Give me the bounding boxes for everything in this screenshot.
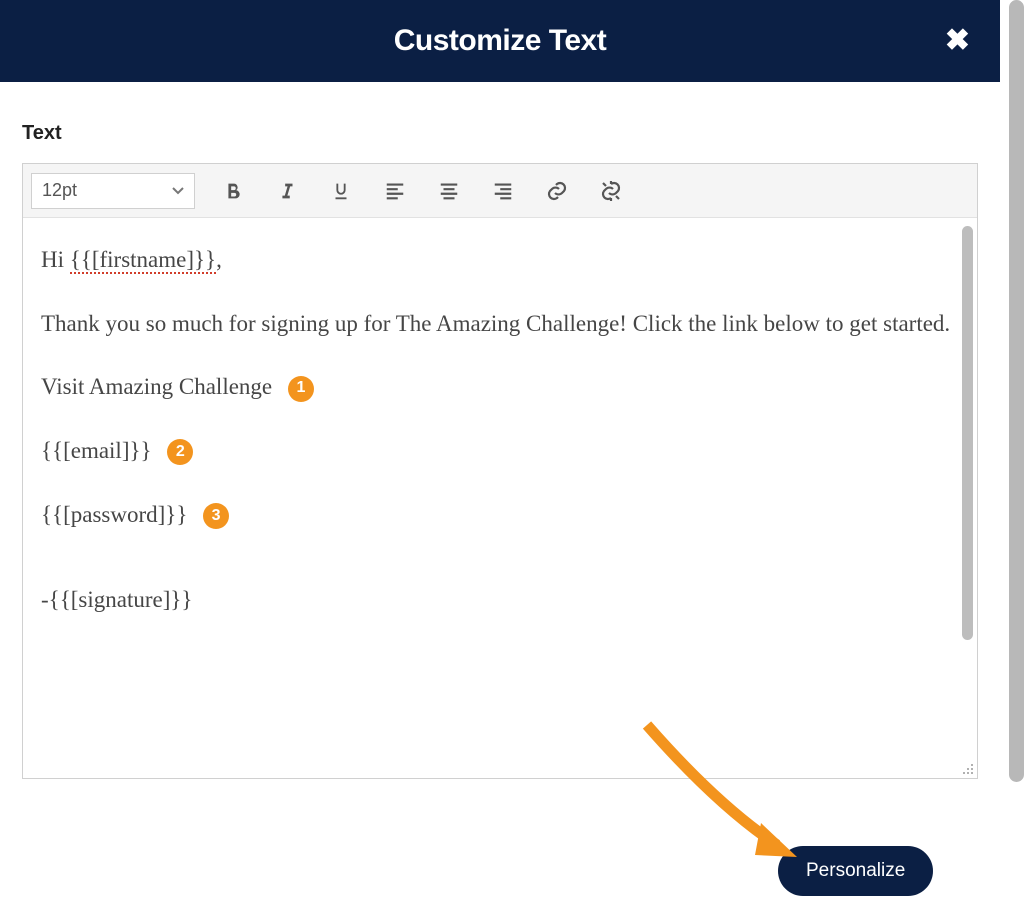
personalize-button[interactable]: Personalize [778, 846, 933, 896]
font-size-dropdown[interactable]: 12pt [31, 173, 195, 209]
signature-line: -{{[signature]}} [41, 582, 959, 618]
visit-link-text: Visit Amazing Challenge [41, 374, 272, 399]
annotation-marker-1: 1 [288, 376, 314, 402]
modal-header: Customize Text ✖ [0, 0, 1000, 82]
email-token: {{[email]}} [41, 438, 152, 463]
bold-button[interactable] [217, 173, 249, 209]
link-button[interactable] [541, 173, 573, 209]
editor-scrollbar[interactable] [962, 226, 973, 640]
firstname-token: {{[firstname]}} [70, 247, 216, 274]
unlink-button[interactable] [595, 173, 627, 209]
annotation-marker-2: 2 [167, 439, 193, 465]
editor-toolbar: 12pt [23, 164, 977, 218]
close-icon[interactable]: ✖ [945, 26, 970, 56]
align-center-button[interactable] [433, 173, 465, 209]
body-paragraph: Thank you so much for signing up for The… [41, 306, 959, 342]
align-right-button[interactable] [487, 173, 519, 209]
resize-grip-icon[interactable] [961, 762, 975, 776]
font-size-value: 12pt [42, 180, 77, 201]
modal-title: Customize Text [394, 24, 606, 58]
annotation-marker-3: 3 [203, 503, 229, 529]
page-scrollbar[interactable] [1009, 0, 1024, 782]
chevron-down-icon [172, 187, 184, 195]
underline-button[interactable] [325, 173, 357, 209]
editor-content[interactable]: Hi {{[firstname]}}, Thank you so much fo… [23, 218, 977, 778]
password-token: {{[password]}} [41, 502, 187, 527]
greeting-line: Hi {{[firstname]}}, [41, 242, 959, 278]
align-left-button[interactable] [379, 173, 411, 209]
rich-text-editor: 12pt [22, 163, 978, 779]
italic-button[interactable] [271, 173, 303, 209]
field-label-text: Text [22, 122, 978, 145]
